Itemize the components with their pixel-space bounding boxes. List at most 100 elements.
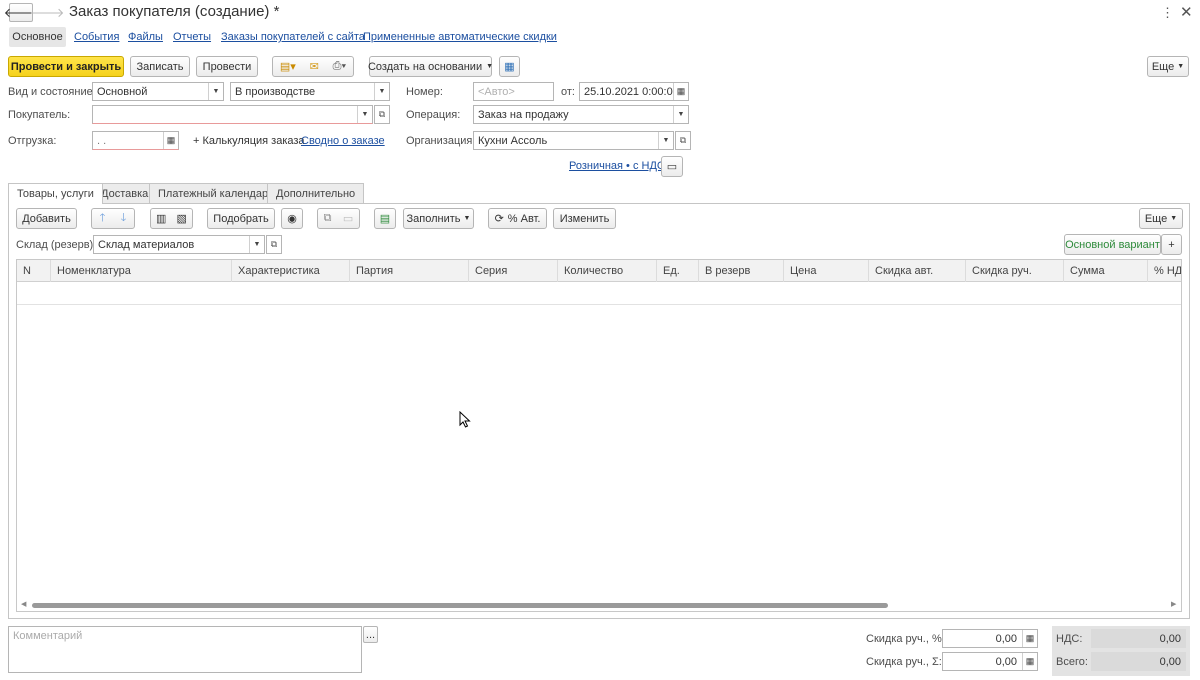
chevron-down-icon[interactable]: ▼ [374, 83, 389, 100]
nav-main-active[interactable]: Основное [9, 27, 66, 47]
buyer-input[interactable]: ▼ [92, 105, 373, 124]
price-type-link[interactable]: Розничная • с НДС [569, 160, 665, 172]
tab-payment-calendar[interactable]: Платежный календарь [149, 183, 283, 203]
nav-item-files[interactable]: Файлы [128, 31, 163, 43]
scrollbar-thumb[interactable] [32, 603, 888, 608]
col-characteristic[interactable]: Характеристика [232, 260, 350, 282]
col-batch[interactable]: Партия [350, 260, 469, 282]
calculator-icon[interactable]: ▦ [1022, 653, 1037, 670]
tab-additional[interactable]: Дополнительно [267, 183, 365, 203]
move-group[interactable]: 🡑 🡓 [91, 208, 135, 229]
nav-item-reports[interactable]: Отчеты [173, 31, 211, 43]
copy-icon[interactable]: ⧉ [324, 212, 332, 225]
print-group[interactable]: ▤▾ ✉ ⎙▾ [272, 56, 354, 77]
col-n[interactable]: N [17, 260, 51, 282]
col-vat-pct[interactable]: % НДС [1148, 260, 1181, 282]
total-label: Всего: [1056, 656, 1088, 668]
org-select[interactable]: Кухни Ассоль ▼ [473, 131, 674, 150]
nav-item-events[interactable]: События [74, 31, 119, 43]
horizontal-scrollbar[interactable]: ◀ ▶ [17, 600, 1181, 611]
scanner-icon[interactable]: ▧ [177, 212, 187, 225]
variant-add-button[interactable]: + [1161, 234, 1182, 255]
tab-goods[interactable]: Товары, услуги [8, 183, 103, 204]
forward-button[interactable]: 🡒 [30, 3, 65, 22]
discount-pct-input[interactable]: 0,00 ▦ [942, 629, 1038, 648]
col-reserve[interactable]: В резерв [699, 260, 784, 282]
calc-toggle[interactable]: + Калькуляция заказа [193, 135, 305, 147]
buyer-open-button[interactable]: ⧉ [374, 105, 390, 124]
col-unit[interactable]: Ед. [657, 260, 699, 282]
copy-group[interactable]: ⧉ ▭ [317, 208, 360, 229]
variant-button[interactable]: Основной вариант [1064, 234, 1161, 255]
envelope-icon[interactable]: ✉ [310, 60, 319, 73]
nav-item-site-orders[interactable]: Заказы покупателей с сайта [221, 31, 365, 43]
post-and-close-button[interactable]: Провести и закрыть [8, 56, 124, 77]
barcode-icon[interactable]: ▥ [156, 212, 166, 225]
shipment-date-input[interactable]: . . ▦ [92, 131, 179, 150]
chevron-down-icon: ▼ [1177, 63, 1185, 70]
menu-dots-icon[interactable]: ⋮ [1161, 5, 1174, 21]
barcode-group[interactable]: ▥ ▧ [150, 208, 193, 229]
goods-table[interactable]: N Номенклатура Характеристика Партия Сер… [16, 259, 1182, 612]
paste-icon[interactable]: ▭ [343, 212, 353, 225]
table-row-empty[interactable] [17, 282, 1181, 305]
calendar-icon[interactable]: ▦ [163, 132, 178, 149]
col-sum[interactable]: Сумма [1064, 260, 1148, 282]
card-icon: ▭ [666, 161, 678, 173]
pick-button[interactable]: Подобрать [207, 208, 275, 229]
calendar-icon[interactable]: ▦ [673, 83, 688, 100]
vat-value: 0,00 [1159, 632, 1181, 645]
printer-icon[interactable]: ⎙▾ [333, 60, 346, 73]
col-nomenclature[interactable]: Номенклатура [51, 260, 232, 282]
chevron-down-icon[interactable]: ▼ [673, 106, 688, 123]
number-input[interactable]: <Авто> [473, 82, 554, 101]
operation-select[interactable]: Заказ на продажу ▼ [473, 105, 689, 124]
col-price[interactable]: Цена [784, 260, 869, 282]
table-edit-button[interactable]: ▤ [374, 208, 396, 229]
structure-button[interactable]: ▦ [499, 56, 520, 77]
add-row-button[interactable]: Добавить [16, 208, 77, 229]
change-button[interactable]: Изменить [553, 208, 616, 229]
post-button[interactable]: Провести [196, 56, 258, 77]
payment-card-button[interactable]: ▭ [661, 156, 683, 177]
col-auto-discount[interactable]: Скидка авт. [869, 260, 966, 282]
open-icon: ⧉ [679, 135, 687, 145]
auto-discount-button[interactable]: ⟳ % Авт. [488, 208, 547, 229]
org-open-button[interactable]: ⧉ [675, 131, 691, 150]
arrow-up-icon[interactable]: 🡑 [100, 209, 106, 228]
kind-select[interactable]: Основной ▼ [92, 82, 224, 101]
state-select[interactable]: В производстве ▼ [230, 82, 390, 101]
scroll-right-icon[interactable]: ▶ [1171, 600, 1176, 608]
chevron-down-icon[interactable]: ▼ [208, 83, 223, 100]
warehouse-select[interactable]: Склад материалов ▼ [93, 235, 265, 254]
refresh-icon: ⟳ [494, 213, 504, 225]
col-manual-discount[interactable]: Скидка руч. [966, 260, 1064, 282]
chevron-down-icon[interactable]: ▼ [658, 132, 673, 149]
comment-textarea[interactable]: Комментарий [8, 626, 362, 673]
comment-expand-button[interactable]: ... [363, 626, 378, 643]
arrow-down-icon[interactable]: 🡓 [121, 209, 127, 228]
shipment-value: . . [97, 134, 107, 147]
col-series[interactable]: Серия [469, 260, 558, 282]
date-input[interactable]: 25.10.2021 0:00:00 ▦ [579, 82, 689, 101]
more-button[interactable]: Еще ▼ [1147, 56, 1189, 77]
col-quantity[interactable]: Количество [558, 260, 657, 282]
fill-button[interactable]: Заполнить ▼ [403, 208, 474, 229]
discount-pct-value: 0,00 [995, 632, 1017, 645]
org-value: Кухни Ассоль [478, 134, 548, 147]
chevron-down-icon[interactable]: ▼ [357, 106, 372, 123]
save-button[interactable]: Записать [130, 56, 190, 77]
create-based-button[interactable]: Создать на основании ▼ [368, 56, 493, 77]
document-icon[interactable]: ▤▾ [280, 60, 296, 73]
warehouse-open-button[interactable]: ⧉ [266, 235, 282, 254]
discount-sum-input[interactable]: 0,00 ▦ [942, 652, 1038, 671]
chevron-down-icon: ▼ [463, 215, 471, 222]
view-button[interactable]: ◉ [281, 208, 303, 229]
scroll-left-icon[interactable]: ◀ [21, 600, 26, 608]
close-icon[interactable]: ✕ [1180, 3, 1193, 21]
order-summary-link[interactable]: Сводно о заказе [301, 135, 385, 147]
nav-item-auto-discounts[interactable]: Примененные автоматические скидки [363, 31, 557, 43]
calculator-icon[interactable]: ▦ [1022, 630, 1037, 647]
goods-more-button[interactable]: Еще ▼ [1139, 208, 1183, 229]
chevron-down-icon[interactable]: ▼ [249, 236, 264, 253]
